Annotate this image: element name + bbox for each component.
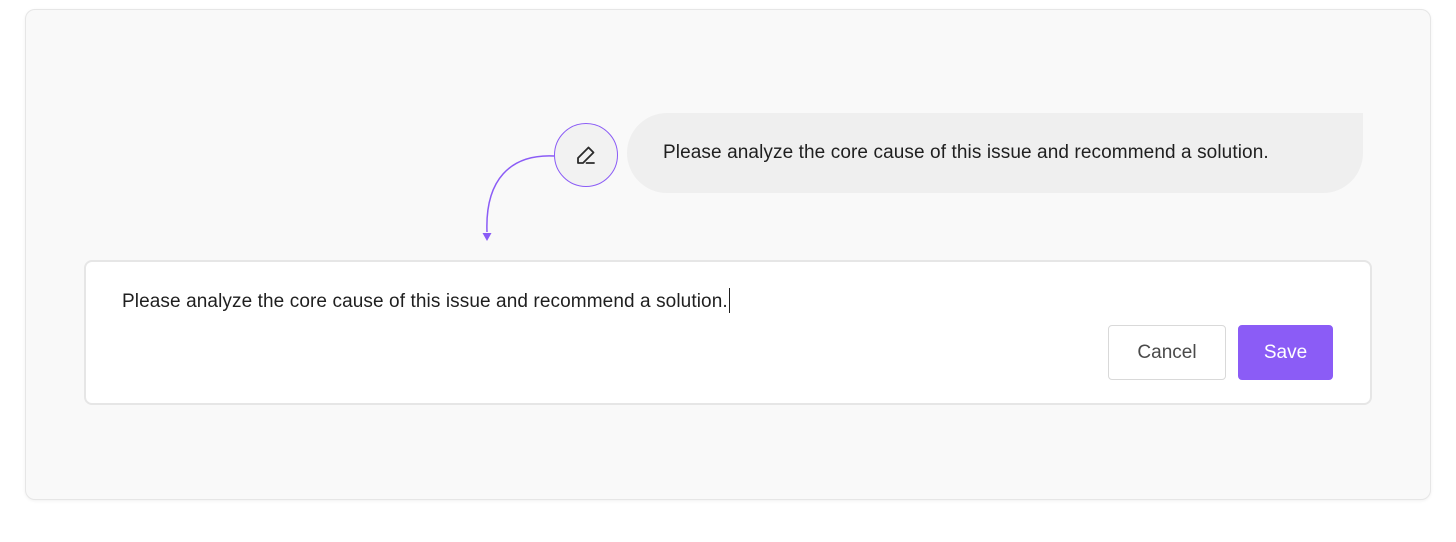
user-message-text: Please analyze the core cause of this is… xyxy=(663,142,1269,163)
message-edit-input[interactable]: Please analyze the core cause of this is… xyxy=(122,288,731,313)
message-edit-value: Please analyze the core cause of this is… xyxy=(122,291,728,312)
edit-message-button[interactable] xyxy=(554,123,618,187)
user-message-bubble: Please analyze the core cause of this is… xyxy=(627,113,1363,193)
cancel-button[interactable]: Cancel xyxy=(1108,325,1226,380)
chat-edit-panel xyxy=(25,9,1431,500)
pencil-icon xyxy=(573,142,599,168)
text-caret xyxy=(728,288,731,313)
save-button[interactable]: Save xyxy=(1238,325,1333,380)
message-editor[interactable]: Please analyze the core cause of this is… xyxy=(84,260,1372,405)
